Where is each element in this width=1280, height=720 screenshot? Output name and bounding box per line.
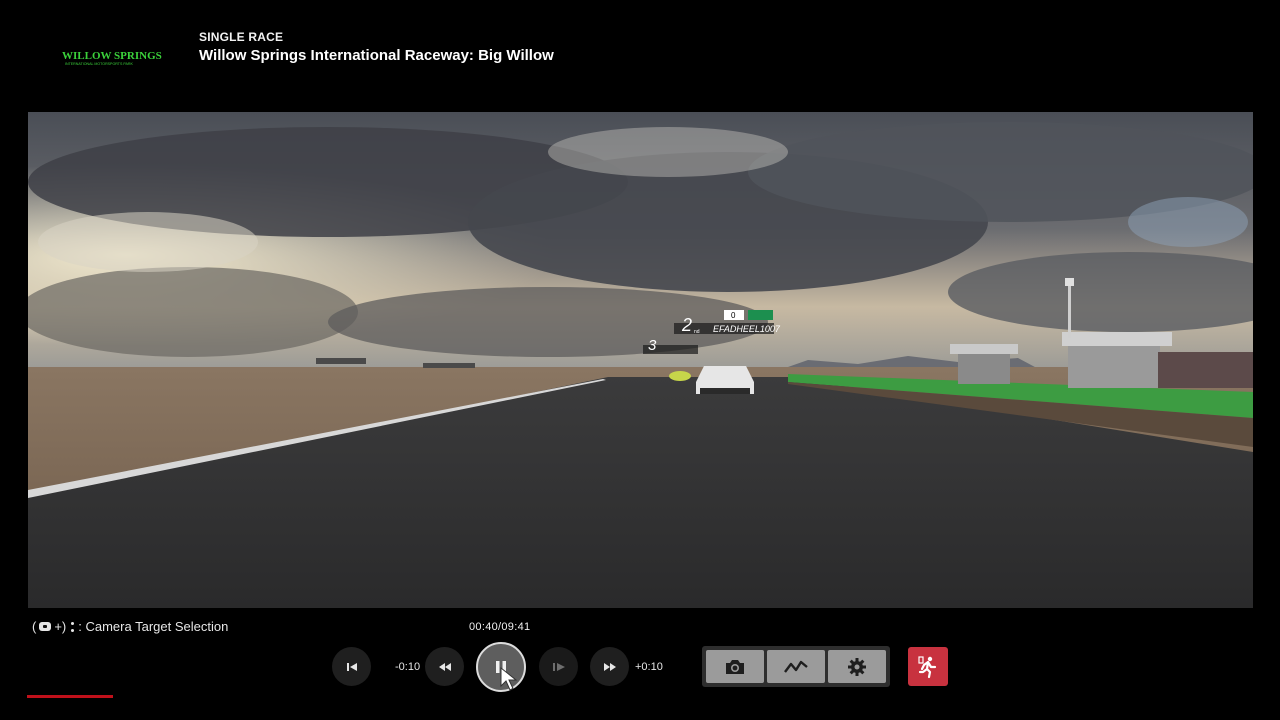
camera-hint-label: : Camera Target Selection [78, 619, 229, 634]
cursor-arrow-icon [500, 666, 518, 691]
exit-run-icon [918, 655, 937, 678]
camera-icon [726, 659, 744, 674]
hint-plus: +) [54, 619, 67, 634]
frame-advance-button[interactable] [539, 647, 578, 686]
skip-previous-button[interactable] [332, 647, 371, 686]
leader-position-suffix: nd [694, 329, 700, 335]
fast-forward-button[interactable] [590, 647, 629, 686]
leader-driver-name: EFADHEEL1007 [713, 324, 781, 334]
track-logo: WILLOW SPRINGS INTERNATIONAL MOTORSPORTS… [58, 46, 170, 68]
hint-open-paren: ( [32, 619, 37, 634]
fast-forward-icon [603, 662, 616, 671]
photo-mode-button[interactable] [706, 650, 764, 683]
logo-text: WILLOW SPRINGS [62, 50, 162, 62]
frame-advance-icon [552, 662, 565, 671]
rewind-button[interactable] [425, 647, 464, 686]
telemetry-button[interactable] [767, 650, 825, 683]
gear-icon [848, 657, 866, 676]
third-position: 3 [648, 337, 657, 354]
forward-amount-label: +0:10 [635, 661, 663, 673]
replay-time-readout: 00:40/09:41 [469, 621, 531, 633]
track-title: Willow Springs International Raceway: Bi… [199, 47, 554, 64]
replay-tool-group [702, 646, 890, 687]
leader-badge: 0 [731, 311, 736, 320]
left-stick-icon [71, 621, 75, 632]
race-mode-label: SINGLE RACE [199, 30, 284, 44]
telemetry-graph-icon [784, 660, 808, 673]
logo-subtext: INTERNATIONAL MOTORSPORTS PARK [65, 62, 133, 66]
rewind-icon [438, 662, 451, 671]
replay-viewport[interactable]: 0 2 nd EFADHEEL1007 3 [28, 112, 1253, 608]
race-scene: 0 2 nd EFADHEEL1007 3 [28, 112, 1253, 608]
mouse-cursor [499, 666, 519, 697]
touchpad-icon [39, 622, 52, 631]
leader-position: 2 [681, 315, 692, 335]
replay-progress-indicator [27, 695, 113, 698]
settings-button[interactable] [828, 650, 886, 683]
rewind-amount-label: -0:10 [395, 661, 421, 673]
exit-replay-button[interactable] [908, 647, 948, 686]
skip-previous-icon [346, 662, 357, 671]
camera-target-hint: ( +) : Camera Target Selection [32, 619, 228, 634]
